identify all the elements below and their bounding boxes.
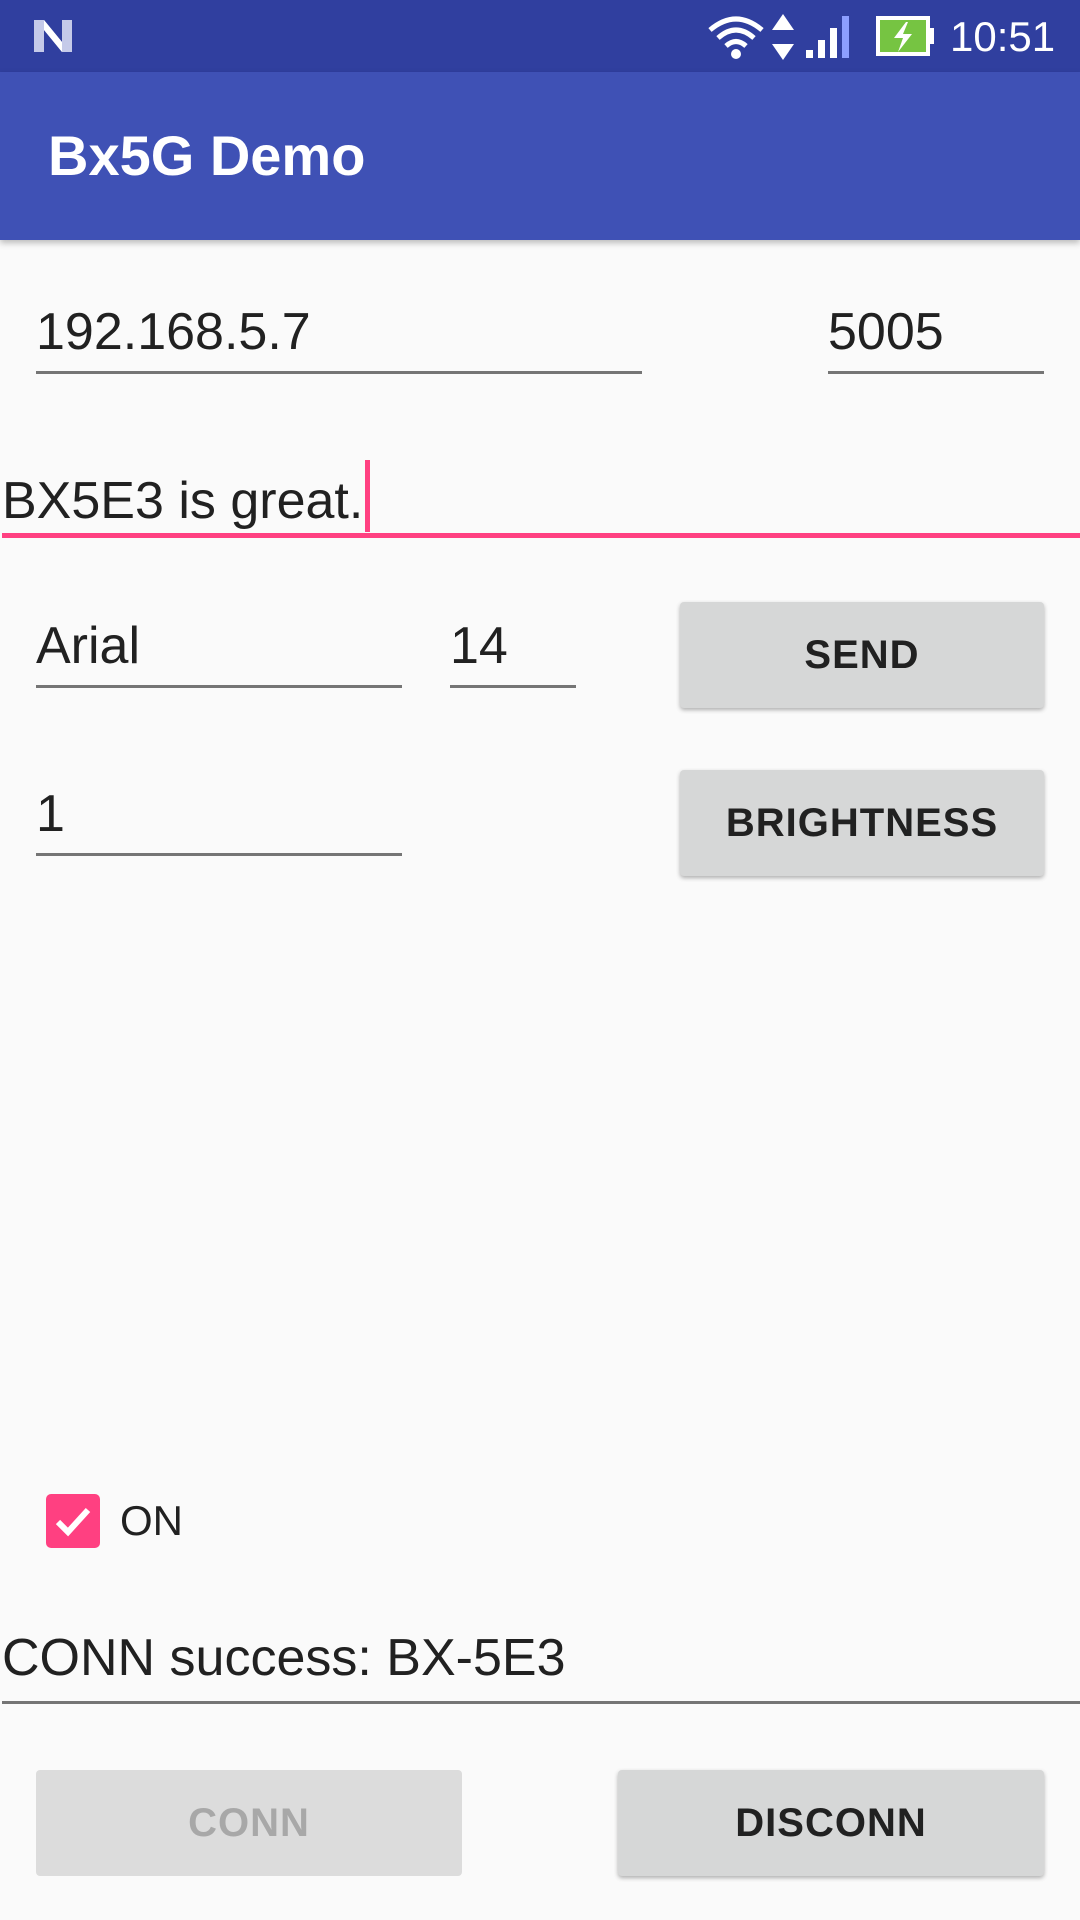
brightness-value: 1 — [36, 785, 65, 843]
power-checkbox[interactable] — [46, 1494, 100, 1548]
brightness-button[interactable]: BRIGHTNESS — [680, 770, 1044, 876]
status-text: CONN success: BX-5E3 — [2, 1629, 566, 1687]
signal-icon — [806, 16, 849, 58]
n-logo-icon — [34, 20, 72, 52]
status-clock: 10:51 — [950, 13, 1056, 60]
brightness-input[interactable]: 1 — [36, 784, 402, 856]
checkmark-icon — [55, 1507, 91, 1537]
font-name-value: Arial — [36, 617, 141, 675]
power-checkbox-label: ON — [120, 1497, 183, 1544]
message-input[interactable]: BX5E3 is great. — [2, 460, 1080, 538]
ip-address-value: 192.168.5.7 — [36, 303, 311, 361]
conn-button[interactable]: CONN — [36, 1770, 462, 1876]
data-arrows-icon — [772, 14, 794, 60]
font-name-input[interactable]: Arial — [36, 616, 402, 688]
status-bar: 10:51 — [0, 0, 1080, 72]
wifi-icon — [708, 16, 764, 59]
battery-charging-icon — [876, 16, 934, 56]
disconn-button[interactable]: DISCONN — [618, 1770, 1044, 1876]
text-cursor — [365, 460, 371, 532]
port-value: 5005 — [828, 303, 944, 361]
send-button[interactable]: SEND — [680, 602, 1044, 708]
port-input[interactable]: 5005 — [828, 302, 1044, 374]
message-value: BX5E3 is great. — [2, 472, 364, 530]
status-output[interactable]: CONN success: BX-5E3 — [2, 1628, 1080, 1704]
font-size-input[interactable]: 14 — [450, 616, 576, 688]
app-title: Bx5G Demo — [48, 124, 366, 187]
ip-address-input[interactable]: 192.168.5.7 — [36, 302, 642, 374]
font-size-value: 14 — [450, 617, 508, 675]
screen: 10:51 Bx5G Demo 192.168.5.7 5005 BX5E3 i… — [0, 0, 1080, 1920]
app-bar: Bx5G Demo — [0, 72, 1080, 240]
